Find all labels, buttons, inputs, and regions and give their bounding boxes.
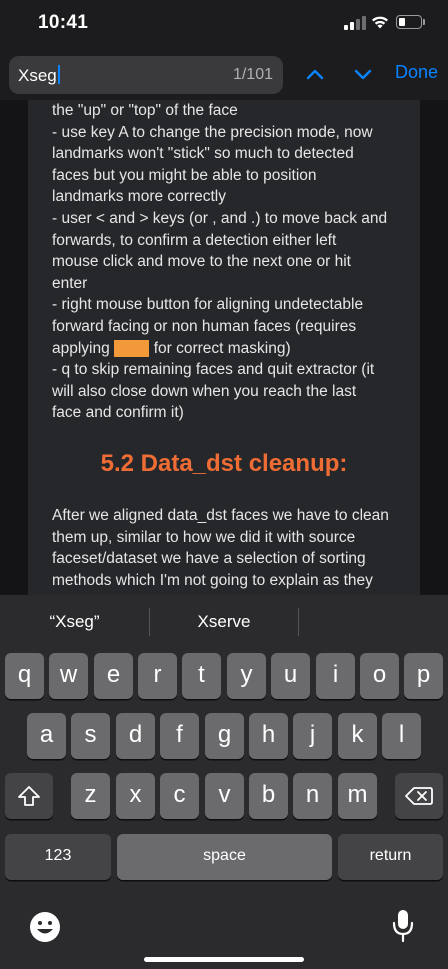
predictive-bar: “Xseg” Xserve: [0, 595, 448, 649]
shift-icon: [18, 786, 40, 806]
key-n[interactable]: n: [293, 773, 332, 819]
delete-key[interactable]: [395, 773, 443, 819]
key-w[interactable]: w: [49, 653, 88, 699]
text-line: forward facing or non human faces (requi…: [52, 317, 357, 335]
find-search-field[interactable]: Xseg 1/101: [9, 56, 283, 94]
text-line: mouse click and move to the next one or …: [52, 253, 351, 271]
suggestion-1[interactable]: “Xseg”: [0, 595, 149, 649]
text-line: - right mouse button for aligning undete…: [52, 296, 364, 314]
key-a[interactable]: a: [27, 713, 66, 759]
text-line: them up, similar to how we did it with s…: [52, 528, 356, 546]
next-match-button[interactable]: [351, 64, 375, 84]
key-x[interactable]: x: [116, 773, 155, 819]
chevron-down-icon: [354, 69, 372, 80]
delete-icon: [405, 787, 433, 805]
text-line: faceset/dataset we have a selection of s…: [52, 550, 366, 568]
text-line: will also close down when you reach the …: [52, 382, 357, 400]
text-line: forwards, to confirm a detection either …: [52, 231, 337, 249]
home-indicator[interactable]: [144, 957, 304, 962]
status-time: 10:41: [38, 12, 89, 33]
cellular-signal-icon: [344, 16, 366, 30]
key-s[interactable]: s: [71, 713, 110, 759]
section-paragraph: After we aligned data_dst faces we have …: [52, 505, 402, 591]
microphone-icon[interactable]: [390, 908, 416, 944]
key-g[interactable]: g: [205, 713, 244, 759]
key-y[interactable]: y: [227, 653, 266, 699]
key-c[interactable]: c: [160, 773, 199, 819]
match-count: 1/101: [232, 66, 273, 83]
return-key[interactable]: return: [338, 834, 443, 880]
key-e[interactable]: e: [94, 653, 133, 699]
chevron-up-icon: [306, 69, 324, 80]
text-line: methods which I'm not going to explain a…: [52, 571, 373, 589]
text-line: - q to skip remaining faces and quit ext…: [52, 361, 375, 379]
key-b[interactable]: b: [249, 773, 288, 819]
text-line: landmarks won't "stick" so much to detec…: [52, 145, 354, 163]
previous-match-button[interactable]: [303, 64, 327, 84]
key-r[interactable]: r: [138, 653, 177, 699]
text-caret: [57, 65, 60, 84]
text-line: faces but you might be able to position: [52, 166, 317, 184]
battery-icon: [396, 15, 422, 29]
shift-key[interactable]: [5, 773, 53, 819]
key-i[interactable]: i: [316, 653, 355, 699]
text-line: - use key A to change the precision mode…: [52, 123, 373, 141]
keyboard: “Xseg” Xserve q w e r t y u i o p a s d …: [0, 595, 448, 969]
text-line: - user < and > keys (or , and .) to move…: [52, 209, 388, 227]
key-u[interactable]: u: [271, 653, 310, 699]
status-bar: 10:41: [0, 0, 448, 48]
done-button[interactable]: Done: [395, 62, 438, 83]
text-line: landmarks more correctly: [52, 188, 226, 206]
key-z[interactable]: z: [71, 773, 110, 819]
key-v[interactable]: v: [205, 773, 244, 819]
key-o[interactable]: o: [360, 653, 399, 699]
find-query[interactable]: Xseg: [18, 66, 57, 85]
web-content: the "up" or "top" of the face - use key …: [0, 100, 448, 595]
key-k[interactable]: k: [338, 713, 377, 759]
section-heading: 5.2 Data_dst cleanup:: [100, 450, 348, 477]
key-h[interactable]: h: [249, 713, 288, 759]
text-line: enter: [52, 274, 88, 292]
text-line: the "up" or "top" of the face: [52, 102, 238, 119]
instruction-text: the "up" or "top" of the face - use key …: [52, 100, 402, 424]
key-p[interactable]: p: [404, 653, 443, 699]
suggestion-2[interactable]: Xserve: [150, 595, 298, 649]
search-match-highlight: Xseg: [114, 339, 150, 357]
key-m[interactable]: m: [338, 773, 377, 819]
text-line: After we aligned data_dst faces we have …: [52, 507, 389, 524]
key-t[interactable]: t: [182, 653, 221, 699]
key-j[interactable]: j: [293, 713, 332, 759]
key-f[interactable]: f: [160, 713, 199, 759]
key-q[interactable]: q: [5, 653, 44, 699]
find-in-page-bar: Xseg 1/101 Done: [0, 48, 448, 100]
space-key[interactable]: space: [117, 834, 332, 880]
key-l[interactable]: l: [382, 713, 421, 759]
key-d[interactable]: d: [116, 713, 155, 759]
emoji-icon[interactable]: [28, 910, 62, 944]
wifi-icon: [372, 16, 388, 29]
text-line-with-match: applying Xseg for correct masking): [52, 339, 291, 357]
numbers-key[interactable]: 123: [5, 834, 111, 880]
suggestion-3[interactable]: [299, 595, 448, 649]
text-line: face and confirm it): [52, 404, 184, 422]
